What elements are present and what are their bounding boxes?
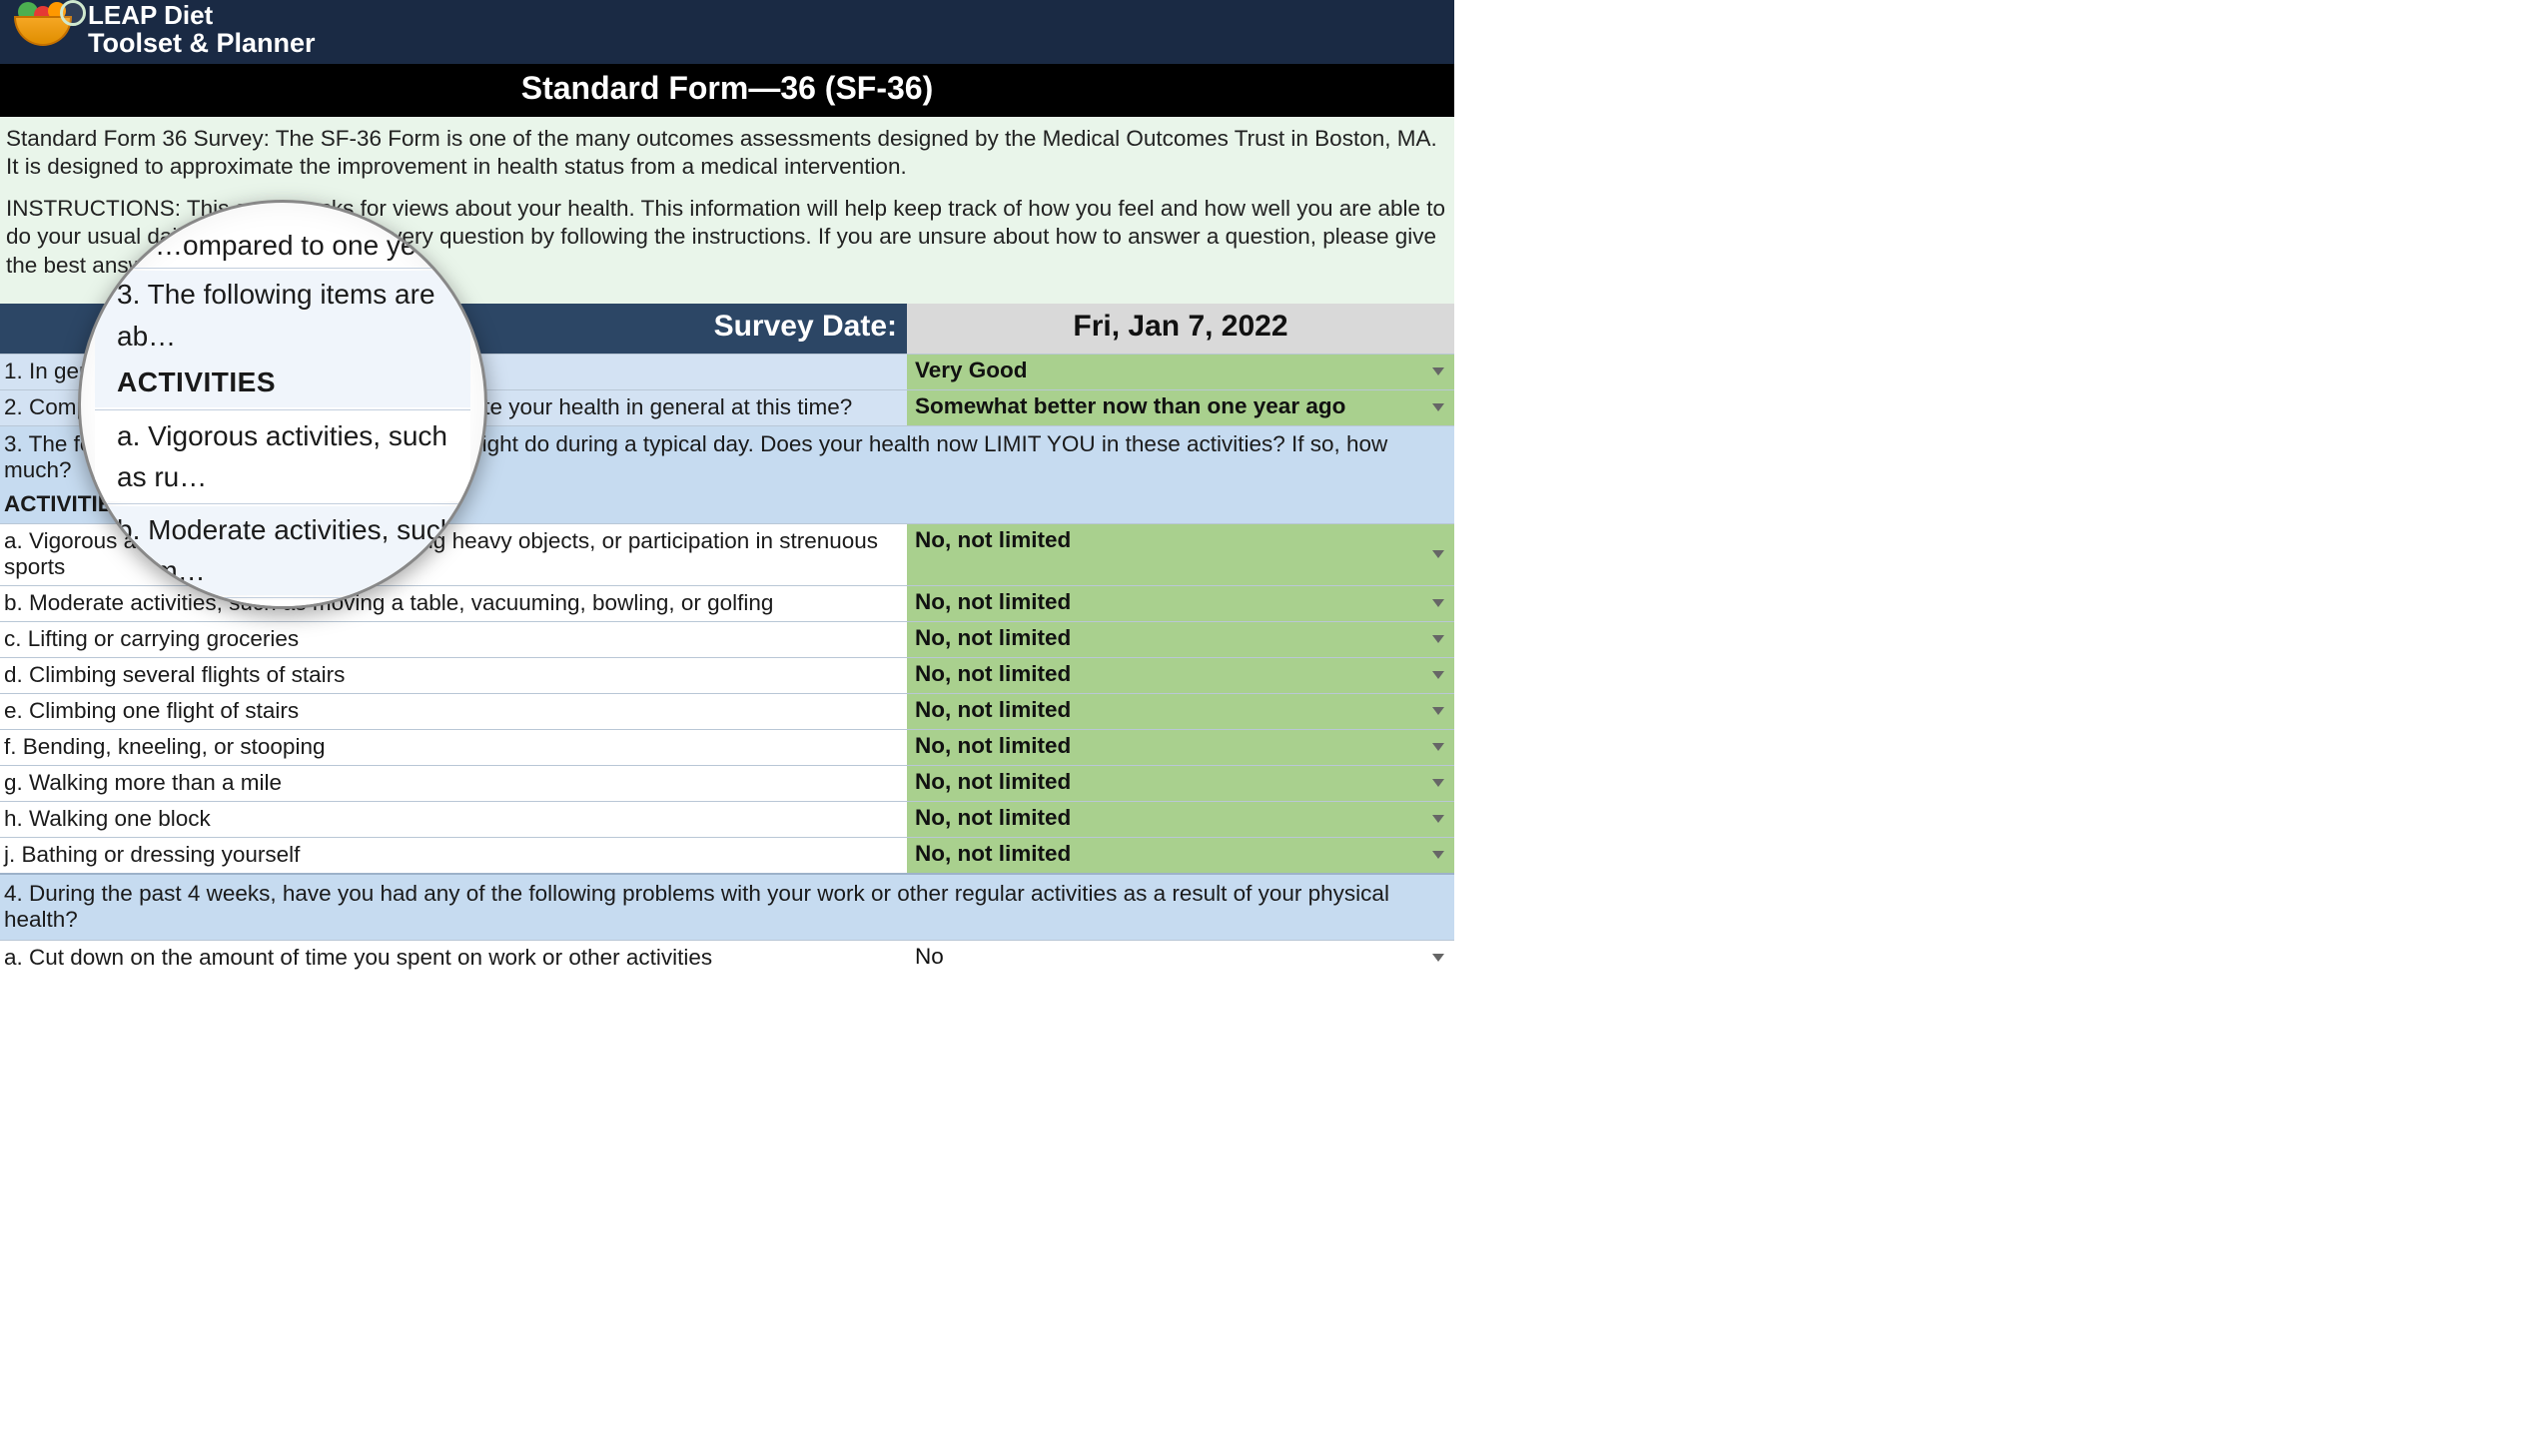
dropdown-caret-icon bbox=[1432, 707, 1444, 715]
q3-item-answer[interactable]: No, not limited bbox=[907, 694, 1454, 729]
q3-item-answer-text: No, not limited bbox=[915, 625, 1071, 650]
q4a-row: a. Cut down on the amount of time you sp… bbox=[0, 940, 1454, 976]
q3-item-answer[interactable]: No, not limited bbox=[907, 586, 1454, 621]
top-bar: LEAP Diet Toolset & Planner bbox=[0, 0, 1454, 64]
q3-item-answer-text: No, not limited bbox=[915, 589, 1071, 614]
q3-item-answer-text: No, not limited bbox=[915, 661, 1071, 686]
q3-item-answer-text: No, not limited bbox=[915, 769, 1071, 794]
mag-line-1: 3. The following items are ab… bbox=[95, 271, 470, 360]
dropdown-caret-icon bbox=[1432, 367, 1444, 375]
mag-line-b: b. Moderate activities, such as m… bbox=[95, 506, 470, 595]
dropdown-caret-icon bbox=[1432, 779, 1444, 787]
dropdown-caret-icon bbox=[1432, 403, 1444, 411]
brand-text: LEAP Diet Toolset & Planner bbox=[88, 2, 316, 58]
mag-activities: ACTIVITIES bbox=[95, 360, 470, 406]
q4a-answer[interactable]: No bbox=[907, 941, 1454, 976]
mag-line-top: …ompared to one year… bbox=[95, 225, 470, 266]
q3-item-answer[interactable]: No, not limited bbox=[907, 802, 1454, 837]
q3-item-answer-text: No, not limited bbox=[915, 697, 1071, 722]
q3-item-label: d. Climbing several flights of stairs bbox=[0, 658, 907, 693]
app-logo bbox=[8, 2, 82, 58]
q3-item-label: c. Lifting or carrying groceries bbox=[0, 622, 907, 657]
q3-item-answer[interactable]: No, not limited bbox=[907, 838, 1454, 873]
q3-item-answer[interactable]: No, not limited bbox=[907, 622, 1454, 657]
brand-line-1: LEAP Diet bbox=[88, 2, 316, 29]
q2-answer-text: Somewhat better now than one year ago bbox=[915, 393, 1345, 418]
q3-item-row: g. Walking more than a mile No, not limit… bbox=[0, 765, 1454, 801]
q3-item-answer-text: No, not limited bbox=[915, 527, 1071, 552]
q3-item-answer-text: No, not limited bbox=[915, 805, 1071, 830]
dropdown-caret-icon bbox=[1432, 550, 1444, 558]
q3-item-label: f. Bending, kneeling, or stooping bbox=[0, 730, 907, 765]
page: LEAP Diet Toolset & Planner Standard For… bbox=[0, 0, 1454, 819]
dropdown-caret-icon bbox=[1432, 851, 1444, 859]
q3-item-label: e. Climbing one flight of stairs bbox=[0, 694, 907, 729]
q4a-answer-text: No bbox=[915, 944, 944, 969]
brand-line-2: Toolset & Planner bbox=[88, 29, 316, 57]
q2-answer[interactable]: Somewhat better now than one year ago bbox=[907, 390, 1454, 425]
q3-item-row: j. Bathing or dressing yourself No, not l… bbox=[0, 837, 1454, 873]
dropdown-caret-icon bbox=[1432, 599, 1444, 607]
q3-item-answer-text: No, not limited bbox=[915, 733, 1071, 758]
q1-answer[interactable]: Very Good bbox=[907, 355, 1454, 389]
q3-item-row: e. Climbing one flight of stairs No, not … bbox=[0, 693, 1454, 729]
q3-item-answer[interactable]: No, not limited bbox=[907, 658, 1454, 693]
mag-line-a: a. Vigorous activities, such as ru… bbox=[95, 412, 470, 501]
dropdown-caret-icon bbox=[1432, 743, 1444, 751]
page-title: Standard Form—36 (SF-36) bbox=[0, 64, 1454, 117]
survey-date-value: Fri, Jan 7, 2022 bbox=[907, 304, 1454, 354]
magnifier-overlay: …ompared to one year… 3. The following i… bbox=[78, 200, 487, 609]
q3-item-row: c. Lifting or carrying groceries No, not … bbox=[0, 621, 1454, 657]
intro-paragraph-1: Standard Form 36 Survey: The SF-36 Form … bbox=[6, 125, 1448, 181]
q3-item-row: d. Climbing several flights of stairs No,… bbox=[0, 657, 1454, 693]
q3-item-answer[interactable]: No, not limited bbox=[907, 766, 1454, 801]
magnifier-icon bbox=[60, 0, 86, 26]
dropdown-caret-icon bbox=[1432, 815, 1444, 823]
q3-item-label: g. Walking more than a mile bbox=[0, 766, 907, 801]
q1-answer-text: Very Good bbox=[915, 358, 1028, 382]
q3-item-answer[interactable]: No, not limited bbox=[907, 524, 1454, 585]
q3-item-row: f. Bending, kneeling, or stooping No, not… bbox=[0, 729, 1454, 765]
q3-item-answer[interactable]: No, not limited bbox=[907, 730, 1454, 765]
q3-item-label: h. Walking one block bbox=[0, 802, 907, 837]
q4-header: 4. During the past 4 weeks, have you had… bbox=[0, 873, 1454, 940]
q3-item-label: j. Bathing or dressing yourself bbox=[0, 838, 907, 873]
q3-item-answer-text: No, not limited bbox=[915, 841, 1071, 866]
dropdown-caret-icon bbox=[1432, 954, 1444, 962]
q4a-label: a. Cut down on the amount of time you sp… bbox=[0, 941, 907, 976]
dropdown-caret-icon bbox=[1432, 671, 1444, 679]
q3-item-row: h. Walking one block No, not limited bbox=[0, 801, 1454, 837]
dropdown-caret-icon bbox=[1432, 635, 1444, 643]
